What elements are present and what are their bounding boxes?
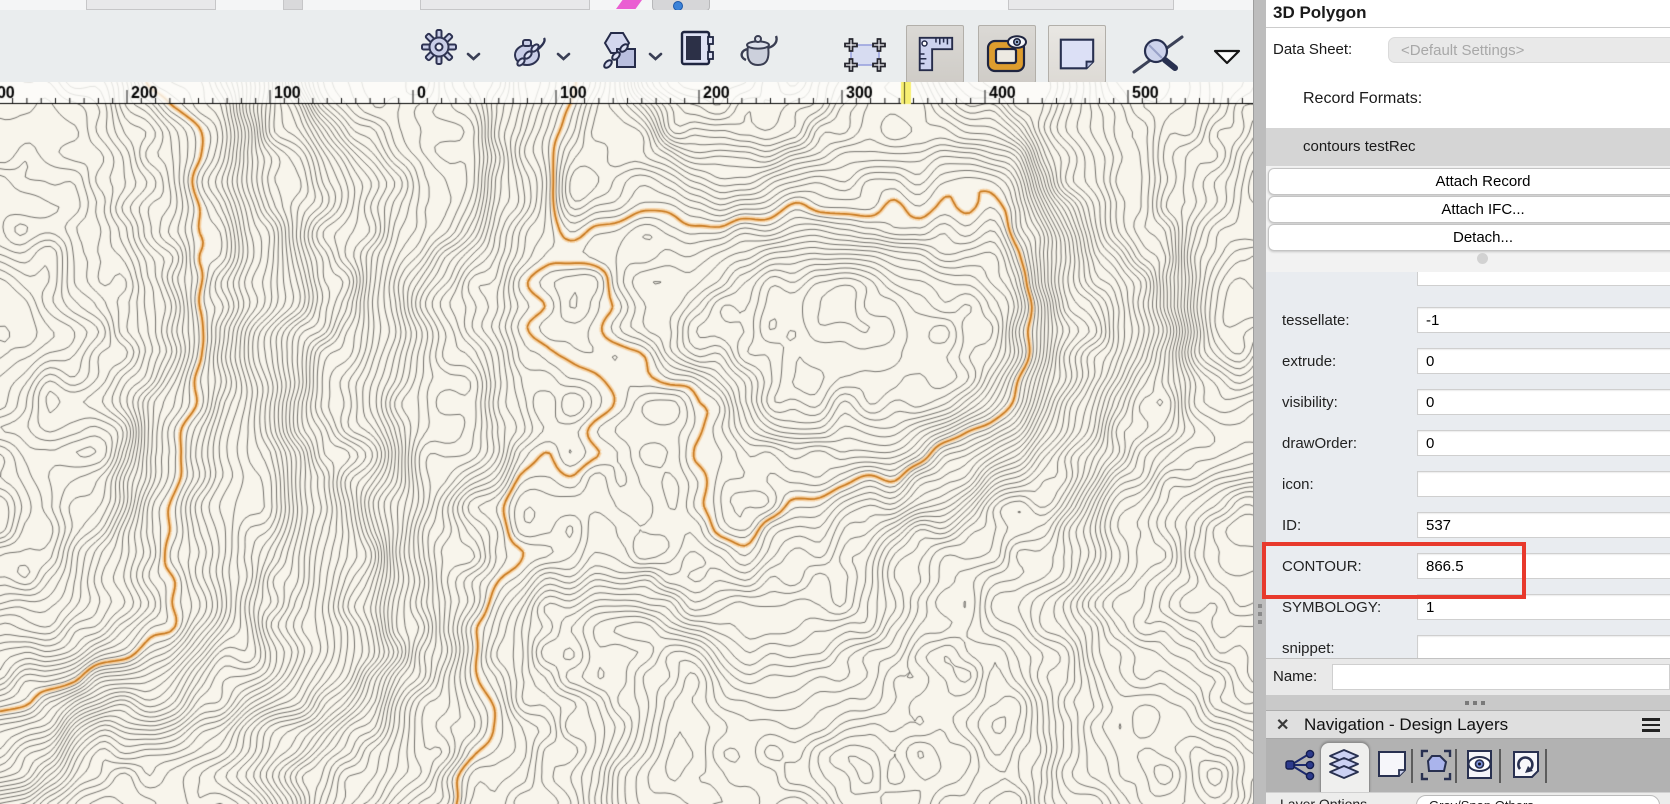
field-input[interactable] — [1417, 512, 1670, 538]
field-input[interactable] — [1417, 389, 1670, 415]
field-label: extrude: — [1282, 352, 1337, 370]
page-view-button[interactable] — [1048, 25, 1106, 83]
record-field-row-snippet: snippet: — [1266, 628, 1670, 658]
field-label: snippet: — [1282, 639, 1335, 657]
flyover-zoom-icon[interactable] — [1128, 32, 1188, 76]
hamburger-menu-icon[interactable] — [1642, 718, 1660, 735]
layer-options-dropdown[interactable]: Gray/Snap Others — [1416, 795, 1660, 804]
navigation-title: Navigation - Design Layers — [1304, 715, 1509, 734]
field-label: drawOrder: — [1282, 434, 1358, 452]
object-type-title: 3D Polygon — [1266, 0, 1670, 27]
grip-dot — [1258, 604, 1262, 608]
attach-ifc-button[interactable]: Attach IFC... — [1268, 196, 1670, 223]
record-formats-label: Record Formats: — [1303, 90, 1423, 107]
field-input[interactable] — [1417, 635, 1670, 658]
tab-viewports[interactable] — [1419, 748, 1453, 782]
render-teapot-icon[interactable] — [736, 32, 782, 70]
clip-frame-icon[interactable] — [678, 28, 716, 68]
record-field-row-draworder: drawOrder: — [1266, 423, 1670, 463]
record-formats-section: Record Formats: — [1266, 70, 1670, 128]
window-chrome-strip — [0, 0, 1253, 11]
ruler-toggle-button[interactable] — [906, 25, 964, 83]
convert-link-icon[interactable] — [596, 30, 640, 72]
name-input[interactable] — [1332, 664, 1670, 690]
selection-frame-icon[interactable] — [842, 36, 888, 74]
splitter-dot — [1473, 701, 1477, 705]
name-row: Name: — [1266, 658, 1670, 695]
field-input[interactable] — [1417, 307, 1670, 333]
settings-gear-icon[interactable] — [420, 28, 458, 66]
page-icon — [1059, 38, 1095, 70]
navigation-tab-bar — [1266, 739, 1670, 793]
navigation-palette-header: ✕ Navigation - Design Layers — [1266, 710, 1670, 739]
tab-separator — [1411, 749, 1413, 783]
chevron-down-icon[interactable] — [648, 52, 663, 61]
tool-icon-fragment — [616, 0, 642, 9]
view-frame-visibility-button[interactable] — [978, 25, 1036, 83]
window-chrome-fragment — [1008, 0, 1174, 10]
layer-options-row: Layer Options Gray/Snap Others — [1266, 792, 1670, 804]
tab-sheet-layers[interactable] — [1375, 748, 1409, 782]
detach-button[interactable]: Detach... — [1268, 224, 1670, 251]
view-toolbar — [0, 10, 1253, 83]
record-field-row-extrude: extrude: — [1266, 341, 1670, 381]
contour-highlight-annotation — [1262, 542, 1526, 599]
clipped-field-input[interactable] — [1417, 272, 1670, 286]
tab-separator — [1545, 749, 1547, 783]
data-sheet-label: Data Sheet: — [1273, 41, 1353, 58]
field-input[interactable] — [1417, 348, 1670, 374]
tab-references[interactable] — [1509, 748, 1543, 782]
record-fields-section: tessellate: extrude: visibility: drawOrder:… — [1266, 272, 1670, 658]
splitter-dot — [1465, 701, 1469, 705]
frame-eye-icon — [986, 35, 1027, 73]
object-info-palette: 3D Polygon Data Sheet: <Default Settings… — [1266, 0, 1670, 804]
window-chrome-fragment — [86, 0, 216, 10]
tab-separator — [1499, 749, 1501, 783]
field-input[interactable] — [1417, 471, 1670, 497]
app-window: 3D Polygon Data Sheet: <Default Settings… — [0, 0, 1670, 804]
palette-splitter[interactable] — [1266, 695, 1670, 710]
record-field-row-icon: icon: — [1266, 464, 1670, 504]
field-label: visibility: — [1282, 393, 1338, 411]
grip-dot — [1258, 612, 1262, 616]
field-input[interactable] — [1417, 430, 1670, 456]
chevron-down-icon[interactable] — [466, 52, 481, 61]
tab-design-layers[interactable] — [1327, 748, 1361, 782]
tab-saved-views[interactable] — [1283, 748, 1317, 782]
data-sheet-row: Data Sheet: <Default Settings> — [1266, 28, 1670, 70]
record-field-row-visibility: visibility: — [1266, 382, 1670, 422]
name-label: Name: — [1273, 668, 1318, 685]
tab-separator — [1455, 749, 1457, 783]
attach-record-button[interactable]: Attach Record — [1268, 168, 1670, 195]
record-field-row-id: ID: — [1266, 505, 1670, 545]
render-style-link-icon[interactable] — [508, 30, 550, 72]
drawing-canvas[interactable] — [0, 82, 1253, 804]
splitter-dot — [1481, 701, 1485, 705]
grip-dot — [1258, 620, 1262, 624]
data-sheet-dropdown[interactable]: <Default Settings> — [1388, 37, 1670, 63]
scroll-handle-dot[interactable] — [1477, 253, 1488, 264]
ruler-icon — [918, 36, 954, 72]
window-chrome-fragment — [420, 0, 590, 10]
close-icon[interactable]: ✕ — [1276, 715, 1289, 735]
field-label: ID: — [1282, 516, 1302, 534]
layer-options-label: Layer Options — [1280, 796, 1368, 804]
record-buttons-section: Attach Record Attach IFC... Detach... — [1266, 166, 1670, 272]
more-tools-dropdown-icon[interactable] — [1212, 48, 1242, 66]
window-chrome-fragment — [283, 0, 303, 10]
record-format-item[interactable]: contours testRec — [1266, 128, 1670, 166]
palette-divider-strip[interactable] — [1253, 0, 1267, 804]
chevron-down-icon[interactable] — [556, 52, 571, 61]
field-label: tessellate: — [1282, 311, 1350, 329]
field-label: icon: — [1282, 475, 1314, 493]
tab-visibilities[interactable] — [1463, 748, 1497, 782]
record-field-row-tessellate: tessellate: — [1266, 300, 1670, 340]
